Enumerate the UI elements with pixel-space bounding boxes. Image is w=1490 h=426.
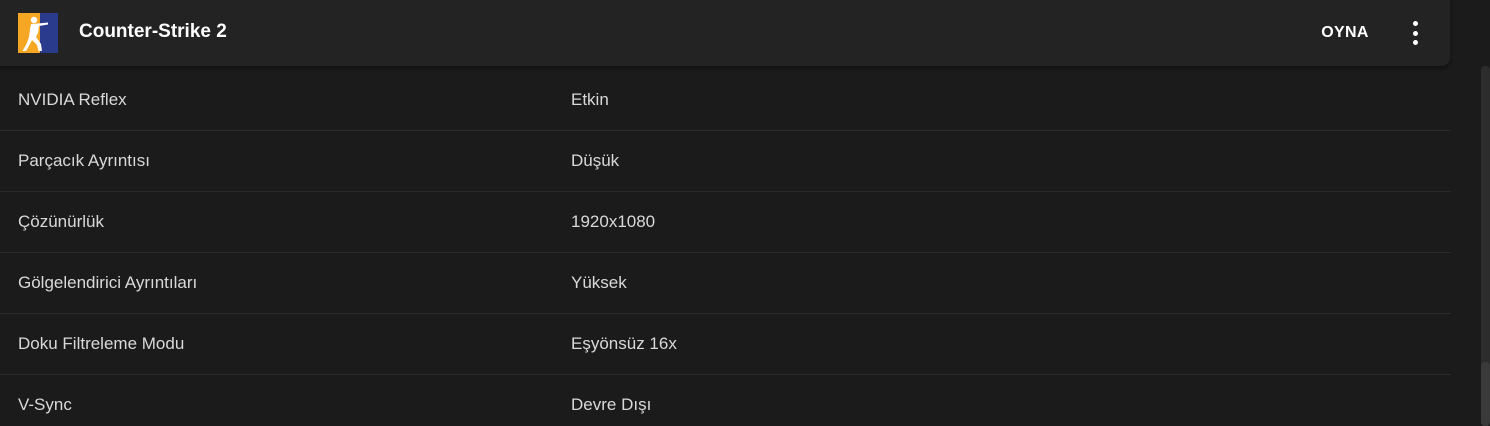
setting-label: Doku Filtreleme Modu — [18, 334, 185, 353]
game-settings-page: Counter-Strike 2 OYNA NVIDIA Reflex Etki… — [0, 0, 1490, 426]
setting-row-particle-detail: Parçacık Ayrıntısı Düşük — [0, 131, 1451, 192]
setting-label: Parçacık Ayrıntısı — [18, 151, 150, 170]
play-button[interactable]: OYNA — [1312, 14, 1378, 52]
setting-value: Yüksek — [571, 273, 627, 292]
setting-row-resolution: Çözünürlük 1920x1080 — [0, 192, 1451, 253]
setting-label: NVIDIA Reflex — [18, 90, 127, 109]
setting-value: Etkin — [571, 90, 609, 109]
setting-row-texture-filtering-mode: Doku Filtreleme Modu Eşyönsüz 16x — [0, 314, 1451, 375]
setting-value: Düşük — [571, 151, 620, 170]
setting-row-nvidia-reflex: NVIDIA Reflex Etkin — [0, 66, 1451, 131]
more-options-button[interactable] — [1400, 17, 1430, 49]
game-header: Counter-Strike 2 OYNA — [0, 0, 1450, 66]
game-title: Counter-Strike 2 — [79, 21, 227, 42]
setting-value: 1920x1080 — [571, 212, 656, 231]
setting-row-v-sync: V-Sync Devre Dışı — [0, 375, 1451, 426]
setting-label: V-Sync — [18, 395, 72, 414]
counter-strike-logo-icon — [18, 13, 58, 53]
setting-row-shader-detail: Gölgelendirici Ayrıntıları Yüksek — [0, 253, 1451, 314]
setting-value: Devre Dışı — [571, 395, 652, 414]
settings-list: NVIDIA Reflex Etkin Parçacık Ayrıntısı D… — [0, 66, 1451, 426]
setting-value: Eşyönsüz 16x — [571, 334, 677, 353]
setting-label: Çözünürlük — [18, 212, 104, 231]
setting-label: Gölgelendirici Ayrıntıları — [18, 273, 198, 292]
scrollbar-thumb[interactable] — [1481, 362, 1490, 426]
